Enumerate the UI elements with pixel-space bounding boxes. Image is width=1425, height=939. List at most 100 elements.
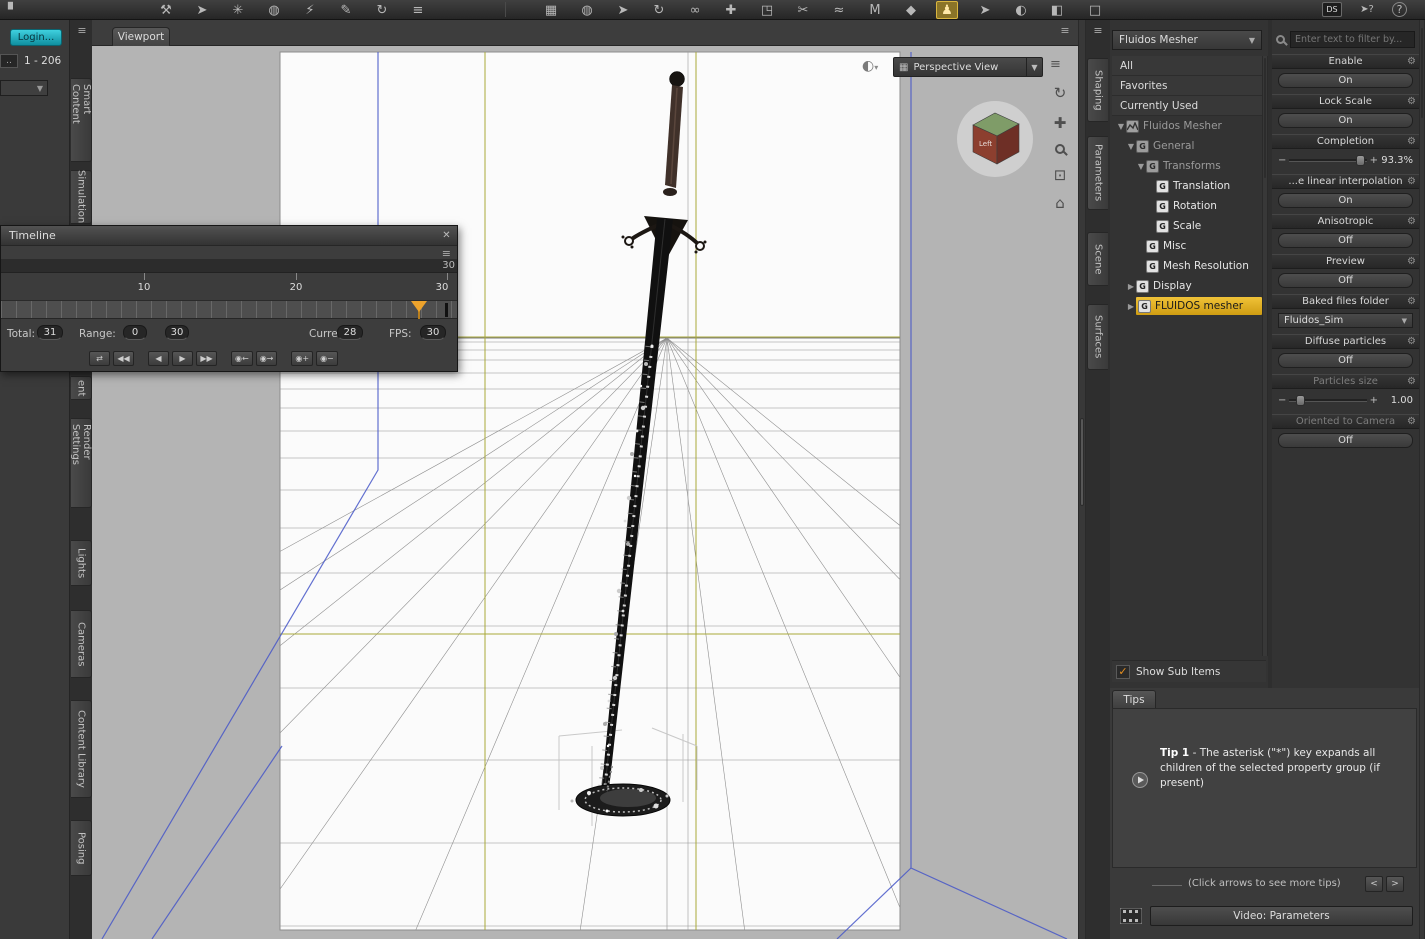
layout-grid-icon[interactable]: ▦ bbox=[540, 1, 562, 19]
step-back-button[interactable]: ◀ bbox=[148, 350, 169, 366]
tab-simulation[interactable]: Simulation bbox=[71, 170, 92, 224]
rotate-view-tool[interactable]: ↻ bbox=[1048, 82, 1072, 104]
rotate-tool-icon[interactable]: ↻ bbox=[648, 1, 670, 19]
tab-lights[interactable]: Lights bbox=[71, 540, 92, 586]
param-header-oriented-to-camera[interactable]: Oriented to Camera ⚙ bbox=[1272, 414, 1419, 429]
current-frame-field[interactable]: 28 bbox=[337, 325, 363, 340]
step-forward-button[interactable]: ▶▶ bbox=[196, 350, 217, 366]
slider-track[interactable] bbox=[1289, 394, 1367, 406]
oriented-to-camera-toggle-button[interactable]: Off bbox=[1278, 433, 1413, 448]
tree-item-transforms[interactable]: ▼ G Transforms bbox=[1112, 156, 1262, 176]
param-header-completion[interactable]: Completion ⚙ bbox=[1272, 134, 1419, 149]
param-header-preview[interactable]: Preview ⚙ bbox=[1272, 254, 1419, 269]
loop-playback-button[interactable]: ⇄ bbox=[89, 350, 110, 366]
playhead-marker[interactable] bbox=[411, 301, 427, 312]
sphere-shade-icon[interactable]: ◐ bbox=[1010, 1, 1032, 19]
right-panel-scrollbar[interactable] bbox=[1419, 20, 1425, 939]
wave-tool-icon[interactable]: ≈ bbox=[828, 1, 850, 19]
slider-thumb[interactable] bbox=[1295, 394, 1305, 406]
help-icon[interactable]: ? bbox=[1392, 2, 1407, 17]
gear-icon[interactable]: ⚙ bbox=[1407, 56, 1416, 67]
tag-edit-tool-icon[interactable]: ✎ bbox=[335, 1, 357, 19]
gear-icon[interactable]: ⚙ bbox=[1407, 376, 1416, 387]
slider-plus[interactable]: + bbox=[1370, 155, 1378, 166]
tree-item-general[interactable]: ▼ G General bbox=[1112, 136, 1262, 156]
tab-posing[interactable]: Posing bbox=[71, 820, 92, 876]
enable-toggle-button[interactable]: On bbox=[1278, 73, 1413, 88]
expander-icon[interactable]: ▶ bbox=[1126, 282, 1136, 291]
particles-size-slider[interactable]: − + 1.00 bbox=[1278, 392, 1413, 408]
gear-icon[interactable]: ⚙ bbox=[1407, 416, 1416, 427]
expander-icon[interactable]: ▶ bbox=[1126, 302, 1136, 311]
align-tool-icon[interactable]: ≡ bbox=[407, 1, 429, 19]
tab-content-library[interactable]: Content Library bbox=[71, 700, 92, 798]
loop-tool-icon[interactable]: ∞ bbox=[684, 1, 706, 19]
remove-key-button[interactable]: ◉− bbox=[316, 350, 338, 366]
view-selector[interactable]: ▦ Perspective View ▼ bbox=[893, 57, 1043, 77]
completion-slider[interactable]: − + 93.3% bbox=[1278, 152, 1413, 168]
tab-parameters[interactable]: Parameters bbox=[1087, 136, 1108, 210]
filter-all[interactable]: All bbox=[1112, 56, 1262, 76]
node-select-icon[interactable]: ➤ bbox=[612, 1, 634, 19]
view-selector-arrow[interactable]: ▼ bbox=[1026, 58, 1042, 76]
camera-cube-icon[interactable]: ◧ bbox=[1046, 1, 1068, 19]
tree-item-scale[interactable]: G Scale bbox=[1112, 216, 1262, 236]
refresh-tool-icon[interactable]: ↻ bbox=[371, 1, 393, 19]
timeline-mini-ruler[interactable]: 30 bbox=[1, 259, 457, 273]
cut-tool-icon[interactable]: ✂ bbox=[792, 1, 814, 19]
tree-item-misc[interactable]: G Misc bbox=[1112, 236, 1262, 256]
param-header-anisotropic[interactable]: Anisotropic ⚙ bbox=[1272, 214, 1419, 229]
slider-minus[interactable]: − bbox=[1278, 395, 1286, 406]
param-header-baked-files-folder[interactable]: Baked files folder ⚙ bbox=[1272, 294, 1419, 309]
view-orientation-cube[interactable]: Left bbox=[957, 101, 1033, 177]
world-tool-icon[interactable]: ◍ bbox=[263, 1, 285, 19]
pan-view-tool[interactable]: ✚ bbox=[1048, 112, 1072, 134]
param-header-linear-interpolation[interactable]: ...e linear interpolation ⚙ bbox=[1272, 174, 1419, 189]
cube-tool-icon[interactable]: □ bbox=[1084, 1, 1106, 19]
viewport-pane-menu-icon[interactable]: ≡ bbox=[1058, 25, 1072, 37]
tab-smart-content[interactable]: Smart Content bbox=[70, 78, 92, 162]
timeline-scrub-strip[interactable] bbox=[1, 301, 457, 319]
gear-icon[interactable]: ⚙ bbox=[1407, 256, 1416, 267]
selected-highlight[interactable]: G FLUIDOS mesher bbox=[1136, 297, 1262, 315]
param-header-diffuse-particles[interactable]: Diffuse particles ⚙ bbox=[1272, 334, 1419, 349]
scene-scrollbar-thumb[interactable] bbox=[1264, 58, 1266, 178]
zoom-view-tool[interactable] bbox=[1048, 138, 1072, 160]
param-header-lock-scale[interactable]: Lock Scale ⚙ bbox=[1272, 94, 1419, 109]
tab-surfaces[interactable]: Surfaces bbox=[1087, 304, 1108, 370]
tab-ent[interactable]: ent bbox=[71, 376, 92, 400]
tree-item-fluidos-mesher-node[interactable]: ▶ G FLUIDOS mesher bbox=[1112, 296, 1262, 316]
tab-cameras[interactable]: Cameras bbox=[71, 610, 92, 678]
timeline-ruler[interactable]: 10 20 30 bbox=[1, 273, 457, 301]
frame-view-tool[interactable]: ⊡ bbox=[1048, 164, 1072, 186]
filter-input[interactable] bbox=[1290, 30, 1415, 48]
surface-selection-icon[interactable]: ◆ bbox=[900, 1, 922, 19]
scale-tool-icon[interactable]: ◳ bbox=[756, 1, 778, 19]
filter-favorites[interactable]: Favorites bbox=[1112, 76, 1262, 96]
tab-render-settings[interactable]: Render Settings bbox=[70, 418, 92, 508]
frame-mini-box[interactable]: .. bbox=[0, 54, 18, 68]
viewport-scrollbar-thumb[interactable] bbox=[1080, 418, 1084, 506]
expander-icon[interactable]: ▼ bbox=[1136, 162, 1146, 171]
tree-item-mesh-resolution[interactable]: G Mesh Resolution bbox=[1112, 256, 1262, 276]
param-header-enable[interactable]: Enable ⚙ bbox=[1272, 54, 1419, 69]
total-field[interactable]: 31 bbox=[37, 325, 63, 340]
baked-files-folder-select[interactable]: Fluidos_Sim ▼ bbox=[1278, 313, 1413, 328]
param-header-particles-size[interactable]: Particles size ⚙ bbox=[1272, 374, 1419, 389]
tree-item-rotation[interactable]: G Rotation bbox=[1112, 196, 1262, 216]
left-dropdown[interactable]: ▼ bbox=[0, 80, 48, 96]
next-tip-button[interactable]: > bbox=[1386, 876, 1404, 892]
anisotropic-toggle-button[interactable]: Off bbox=[1278, 233, 1413, 248]
right-panel-scrollbar-thumb[interactable] bbox=[1421, 28, 1423, 118]
magnet-tool-icon[interactable]: M bbox=[864, 1, 886, 19]
drawstyle-ball-icon[interactable]: ◐▾ bbox=[862, 58, 878, 74]
tree-item-fluidos-mesher[interactable]: ▼ Fluidos Mesher bbox=[1112, 116, 1262, 136]
figures-tool-icon[interactable]: ⚒ bbox=[155, 1, 177, 19]
gear-icon[interactable]: ⚙ bbox=[1407, 296, 1416, 307]
login-button[interactable]: Login... bbox=[10, 29, 62, 46]
tab-scene[interactable]: Scene bbox=[1087, 232, 1108, 286]
slider-plus[interactable]: + bbox=[1370, 395, 1378, 406]
geometry-sphere-icon[interactable]: ◍ bbox=[576, 1, 598, 19]
slider-minus[interactable]: − bbox=[1278, 155, 1286, 166]
powerpose-tool-icon[interactable]: ⚡ bbox=[299, 1, 321, 19]
